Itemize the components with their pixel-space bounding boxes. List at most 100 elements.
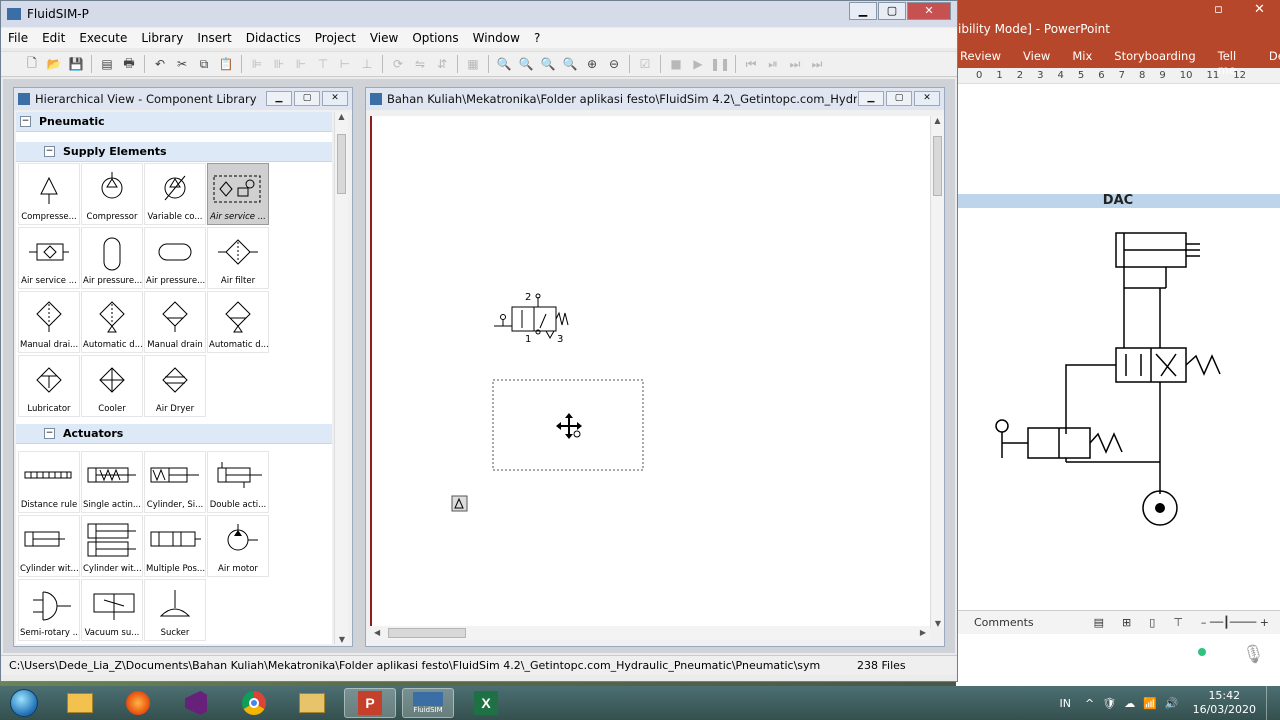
maximize-button[interactable]: ▢ xyxy=(878,2,906,20)
library-item[interactable]: Semi-rotary ... xyxy=(18,579,80,641)
library-item[interactable]: Air service ... xyxy=(18,227,80,289)
align-bottom-icon[interactable]: ⊥ xyxy=(356,54,378,74)
zoom-selection-icon[interactable]: 🔍 xyxy=(493,54,515,74)
library-item[interactable]: Double acti... xyxy=(207,451,269,513)
library-item[interactable]: Cylinder, Si... xyxy=(144,451,206,513)
taskbar-file-explorer[interactable] xyxy=(54,688,106,718)
zoom-all-icon[interactable]: 🔍 xyxy=(559,54,581,74)
zoom-previous-icon[interactable]: 🔍 xyxy=(537,54,559,74)
library-item[interactable]: Compressor xyxy=(81,163,143,225)
scroll-down-icon[interactable]: ▼ xyxy=(335,635,349,644)
flip-icon[interactable]: ⇵ xyxy=(431,54,453,74)
library-maximize-button[interactable]: ▢ xyxy=(294,91,320,106)
zoom-window-icon[interactable]: 🔍 xyxy=(515,54,537,74)
align-top-icon[interactable]: ⊤ xyxy=(312,54,334,74)
volume-icon[interactable]: 🔊 xyxy=(1165,697,1179,710)
collapse-icon[interactable]: − xyxy=(44,146,55,157)
menu-execute[interactable]: Execute xyxy=(72,31,134,45)
slide[interactable]: DAC xyxy=(956,194,1280,566)
circuit-document-window[interactable]: Bahan Kuliah\Mekatronika\Folder aplikasi… xyxy=(365,87,945,647)
scroll-up-icon[interactable]: ▲ xyxy=(335,112,348,121)
exhaust-component-icon[interactable] xyxy=(451,495,468,512)
library-item[interactable]: Manual drai... xyxy=(18,291,80,353)
library-item[interactable]: Compresse... xyxy=(18,163,80,225)
close-button[interactable]: ✕ xyxy=(907,2,951,20)
restore-icon[interactable]: ▫ xyxy=(1214,2,1223,17)
new-file-icon[interactable]: 🗋 xyxy=(21,54,43,74)
group-pneumatic[interactable]: − Pneumatic xyxy=(16,112,332,132)
zoom-slider[interactable]: – ──┃──── + xyxy=(1201,616,1269,629)
slideshow-icon[interactable]: ⊤ xyxy=(1173,616,1183,629)
cloud-icon[interactable]: ☁ xyxy=(1124,697,1135,710)
align-center-icon[interactable]: ⊪ xyxy=(268,54,290,74)
library-item[interactable]: Distance rule xyxy=(18,451,80,513)
show-hidden-icons-icon[interactable]: ^ xyxy=(1085,697,1094,710)
slide-sorter-icon[interactable]: ⊞ xyxy=(1122,616,1131,629)
library-item[interactable]: Automatic d... xyxy=(81,291,143,353)
menu-file[interactable]: File xyxy=(1,31,35,45)
library-tree[interactable]: − Pneumatic − Supply Elements Compresse.… xyxy=(16,112,332,644)
print-preview-icon[interactable]: ▤ xyxy=(96,54,118,74)
scroll-up-icon[interactable]: ▲ xyxy=(931,116,944,125)
taskbar-excel[interactable]: X xyxy=(460,688,512,718)
document-vertical-scrollbar[interactable]: ▲ ▼ xyxy=(930,116,944,628)
menu-help[interactable]: ? xyxy=(527,31,547,45)
library-close-button[interactable]: ✕ xyxy=(322,91,348,106)
document-horizontal-scrollbar[interactable]: ◀ ▶ xyxy=(370,626,930,640)
scroll-thumb[interactable] xyxy=(337,134,346,194)
language-indicator[interactable]: IN xyxy=(1060,697,1071,710)
save-icon[interactable]: 💾 xyxy=(65,54,87,74)
user-name[interactable]: Dede xyxy=(1269,49,1280,63)
library-minimize-button[interactable]: ▁ xyxy=(266,91,292,106)
comments-button[interactable]: Comments xyxy=(974,616,1034,629)
menu-view[interactable]: View xyxy=(363,31,405,45)
play-icon[interactable]: ▶ xyxy=(687,54,709,74)
reading-view-icon[interactable]: ▯ xyxy=(1149,616,1155,629)
group-actuators[interactable]: − Actuators xyxy=(16,424,332,444)
library-item[interactable]: Single actin... xyxy=(81,451,143,513)
stop-icon[interactable]: ■ xyxy=(665,54,687,74)
circuit-canvas[interactable]: 2 1 3 xyxy=(370,116,930,628)
tab-mix[interactable]: Mix xyxy=(1072,49,1092,63)
scroll-thumb[interactable] xyxy=(388,628,466,638)
align-middle-icon[interactable]: ⊢ xyxy=(334,54,356,74)
library-item[interactable]: Cylinder wit... xyxy=(81,515,143,577)
library-item[interactable]: Air filter xyxy=(207,227,269,289)
library-item[interactable]: Vacuum su... xyxy=(81,579,143,641)
step-forward-icon[interactable]: ⏭ xyxy=(784,54,806,74)
fluidsim-main-window[interactable]: FluidSIM-P ▁ ▢ ✕ File Edit Execute Libra… xyxy=(0,0,958,682)
menu-options[interactable]: Options xyxy=(405,31,465,45)
mirror-icon[interactable]: ⇋ xyxy=(409,54,431,74)
menu-library[interactable]: Library xyxy=(134,31,190,45)
collapse-icon[interactable]: − xyxy=(20,116,31,127)
align-left-icon[interactable]: ⊫ xyxy=(246,54,268,74)
library-item-selected[interactable]: Air service ... xyxy=(207,163,269,225)
library-item[interactable]: Multiple Pos... xyxy=(144,515,206,577)
library-item[interactable]: Cooler xyxy=(81,355,143,417)
library-item[interactable]: Sucker xyxy=(144,579,206,641)
library-item[interactable]: Air pressure... xyxy=(144,227,206,289)
cut-icon[interactable]: ✂ xyxy=(171,54,193,74)
zoom-in-icon[interactable]: ⊕ xyxy=(581,54,603,74)
tab-view[interactable]: View xyxy=(1023,49,1050,63)
security-icon[interactable]: 🛡 xyxy=(1102,697,1116,710)
grid-icon[interactable]: ▦ xyxy=(462,54,484,74)
network-icon[interactable]: 📶 xyxy=(1143,697,1157,710)
align-right-icon[interactable]: ⊩ xyxy=(290,54,312,74)
zoom-out-icon[interactable]: ⊖ xyxy=(603,54,625,74)
library-item[interactable]: Air pressure... xyxy=(81,227,143,289)
tab-review[interactable]: Review xyxy=(960,49,1001,63)
taskbar-chrome[interactable] xyxy=(228,688,280,718)
rotate-icon[interactable]: ⟳ xyxy=(387,54,409,74)
powerpoint-window[interactable]: ibility Mode] - PowerPoint ▫ ✕ Review Vi… xyxy=(956,0,1280,686)
copy-icon[interactable]: ⧉ xyxy=(193,54,215,74)
pause-icon[interactable]: ❚❚ xyxy=(709,54,731,74)
scroll-right-icon[interactable]: ▶ xyxy=(920,628,926,637)
check-drawing-icon[interactable]: ☑ xyxy=(634,54,656,74)
menu-window[interactable]: Window xyxy=(466,31,527,45)
taskbar-visual-studio[interactable] xyxy=(170,688,222,718)
scroll-left-icon[interactable]: ◀ xyxy=(374,628,380,637)
tab-storyboarding[interactable]: Storyboarding xyxy=(1114,49,1195,63)
library-item[interactable]: Variable co... xyxy=(144,163,206,225)
taskbar-powerpoint[interactable]: P xyxy=(344,688,396,718)
